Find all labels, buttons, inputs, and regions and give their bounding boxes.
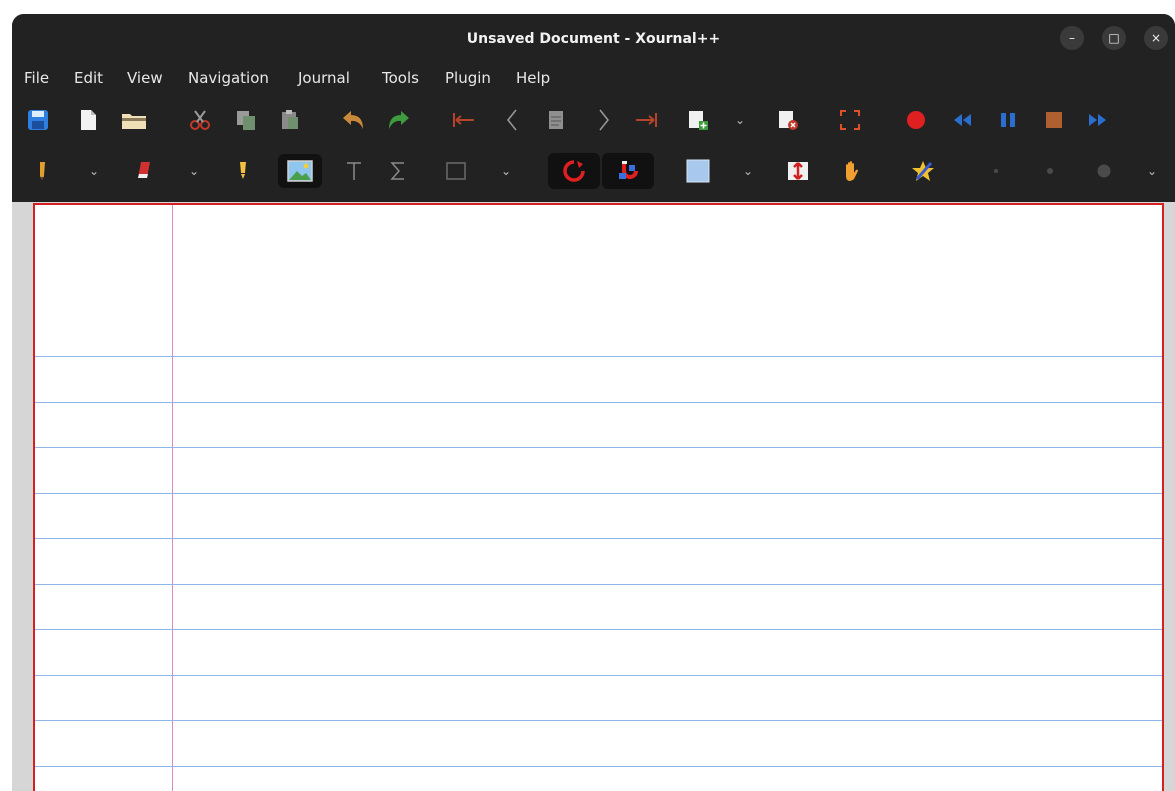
menu-file[interactable]: File <box>24 64 49 92</box>
ruling-line <box>35 356 1162 357</box>
vertical-space-icon[interactable] <box>782 155 814 187</box>
undo-icon[interactable] <box>338 104 370 136</box>
goto-last-page-icon[interactable] <box>630 104 662 136</box>
eraser-icon[interactable] <box>128 155 160 187</box>
ruling-line <box>35 538 1162 539</box>
fullscreen-icon[interactable] <box>834 104 866 136</box>
open-folder-icon[interactable] <box>118 104 150 136</box>
ruling-line <box>35 629 1162 630</box>
record-icon[interactable] <box>900 104 932 136</box>
pen-dropdown-chevron-icon[interactable]: ⌄ <box>84 155 104 187</box>
rotation-snapping-icon[interactable] <box>548 153 600 189</box>
fast-forward-icon[interactable] <box>1082 104 1114 136</box>
ruled-page[interactable] <box>33 203 1164 791</box>
menu-plugin[interactable]: Plugin <box>445 64 491 92</box>
delete-page-icon[interactable] <box>772 104 804 136</box>
ruling-line <box>35 766 1162 767</box>
thickness-medium-icon[interactable] <box>1034 155 1066 187</box>
menu-journal[interactable]: Journal <box>298 64 350 92</box>
ruling-line <box>35 493 1162 494</box>
pause-icon[interactable] <box>992 104 1024 136</box>
redo-icon[interactable] <box>382 104 414 136</box>
minimize-button[interactable]: – <box>1060 26 1084 50</box>
goto-page-icon[interactable] <box>540 104 572 136</box>
thickness-dropdown-chevron-icon[interactable]: ⌄ <box>1142 155 1162 187</box>
margin-line <box>172 205 173 791</box>
ruling-line <box>35 675 1162 676</box>
eraser-dropdown-chevron-icon[interactable]: ⌄ <box>184 155 204 187</box>
grid-snapping-icon[interactable] <box>602 153 654 189</box>
menu-navigation[interactable]: Navigation <box>188 64 269 92</box>
menu-tools[interactable]: Tools <box>382 64 419 92</box>
maximize-button[interactable]: □ <box>1102 26 1126 50</box>
previous-page-icon[interactable] <box>496 104 528 136</box>
stop-icon[interactable] <box>1038 104 1070 136</box>
thickness-thin-icon[interactable] <box>980 155 1012 187</box>
title-bar: Unsaved Document - Xournal++ – □ × <box>12 14 1175 64</box>
select-region-icon[interactable] <box>908 155 940 187</box>
color-dropdown-chevron-icon[interactable]: ⌄ <box>738 155 758 187</box>
menu-help[interactable]: Help <box>516 64 550 92</box>
add-page-dropdown-chevron-icon[interactable]: ⌄ <box>730 104 750 136</box>
pen-icon[interactable] <box>26 155 58 187</box>
add-page-icon[interactable] <box>682 104 714 136</box>
highlighter-icon[interactable] <box>226 155 258 187</box>
thickness-thick-icon[interactable] <box>1088 155 1120 187</box>
cut-icon[interactable] <box>184 104 216 136</box>
next-page-icon[interactable] <box>588 104 620 136</box>
image-icon[interactable] <box>278 154 322 188</box>
menu-bar: File Edit View Navigation Journal Tools … <box>12 64 1175 92</box>
menu-edit[interactable]: Edit <box>74 64 103 92</box>
shape-dropdown-chevron-icon[interactable]: ⌄ <box>496 155 516 187</box>
ruling-line <box>35 584 1162 585</box>
copy-icon[interactable] <box>230 104 262 136</box>
ruling-line <box>35 402 1162 403</box>
menu-view[interactable]: View <box>127 64 163 92</box>
ruling-line <box>35 447 1162 448</box>
paste-icon[interactable] <box>274 104 306 136</box>
text-icon[interactable] <box>338 155 370 187</box>
hand-icon[interactable] <box>836 155 868 187</box>
shape-icon[interactable] <box>440 155 472 187</box>
new-document-icon[interactable] <box>72 104 104 136</box>
close-button[interactable]: × <box>1144 26 1168 50</box>
rewind-icon[interactable] <box>946 104 978 136</box>
window-title: Unsaved Document - Xournal++ <box>466 31 721 47</box>
math-tex-icon[interactable] <box>382 155 414 187</box>
goto-first-page-icon[interactable] <box>448 104 480 136</box>
ruling-line <box>35 720 1162 721</box>
main-toolbar: ⌄ <box>12 98 1175 142</box>
save-icon[interactable] <box>22 104 54 136</box>
document-canvas[interactable] <box>12 202 1175 791</box>
tools-toolbar: ⌄ ⌄ ⌄ ⌄ ⌄ <box>12 149 1175 193</box>
fill-color-icon[interactable] <box>682 155 714 187</box>
app-window: Unsaved Document - Xournal++ – □ × File … <box>12 14 1175 791</box>
